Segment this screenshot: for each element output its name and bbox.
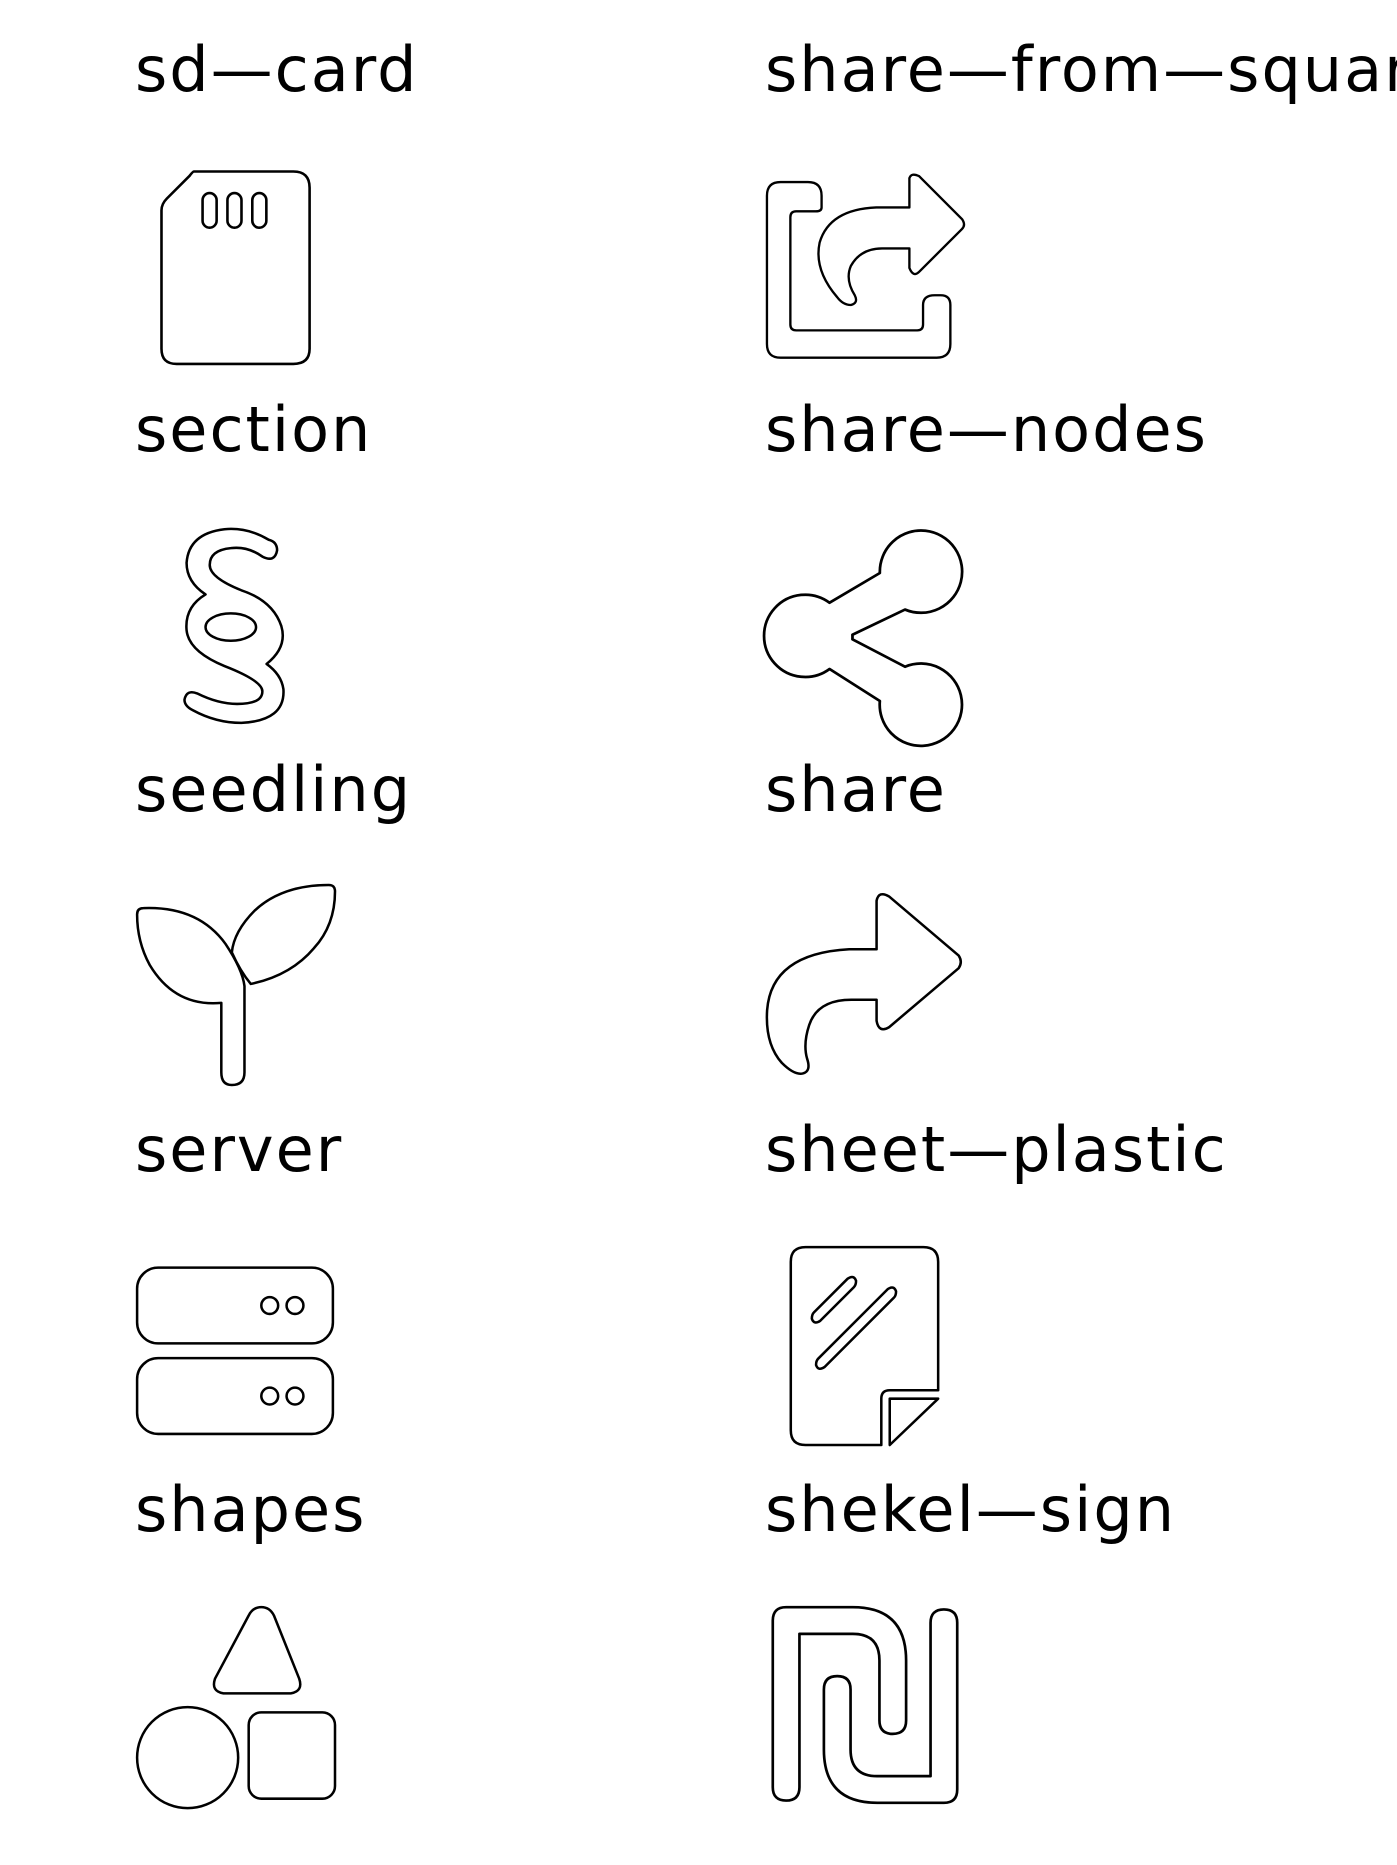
icon-cell-share: share <box>765 720 1397 1080</box>
shekel-sign-icon <box>765 1605 965 1805</box>
icon-cell-sd-card: sd—card <box>135 0 775 366</box>
icon-cell-share-nodes: share—nodes <box>762 360 1397 748</box>
section-icon <box>135 525 335 725</box>
icon-cell-section: section <box>135 360 775 725</box>
icon-cell-shekel-sign: shekel—sign <box>765 1440 1397 1805</box>
share-from-square-icon <box>765 165 966 365</box>
server-icon <box>135 1245 335 1445</box>
icon-label: seedling <box>135 753 413 826</box>
icon-cell-share-from-square: share—from—square <box>765 0 1397 360</box>
share-nodes-icon <box>762 525 965 748</box>
icon-label: shekel—sign <box>765 1473 1176 1546</box>
icon-cell-seedling: seedling <box>135 720 775 1087</box>
icon-label: share <box>765 753 947 826</box>
icon-label: shapes <box>135 1473 367 1546</box>
icon-label: sheet—plastic <box>765 1113 1228 1186</box>
icon-label: sd—card <box>135 33 419 106</box>
icon-cell-sheet-plastic: sheet—plastic <box>765 1080 1397 1447</box>
icon-cell-shapes: shapes <box>135 1440 775 1810</box>
icon-label: server <box>135 1113 344 1186</box>
icon-label: share—from—square <box>765 33 1397 106</box>
shapes-icon <box>135 1605 337 1810</box>
seedling-icon <box>135 883 337 1087</box>
icon-label: section <box>135 393 373 466</box>
sd-card-icon <box>135 165 335 366</box>
share-icon <box>765 885 965 1085</box>
icon-cell-server: server <box>135 1080 775 1440</box>
icon-label: share—nodes <box>765 393 1208 466</box>
sheet-plastic-icon <box>765 1245 965 1447</box>
